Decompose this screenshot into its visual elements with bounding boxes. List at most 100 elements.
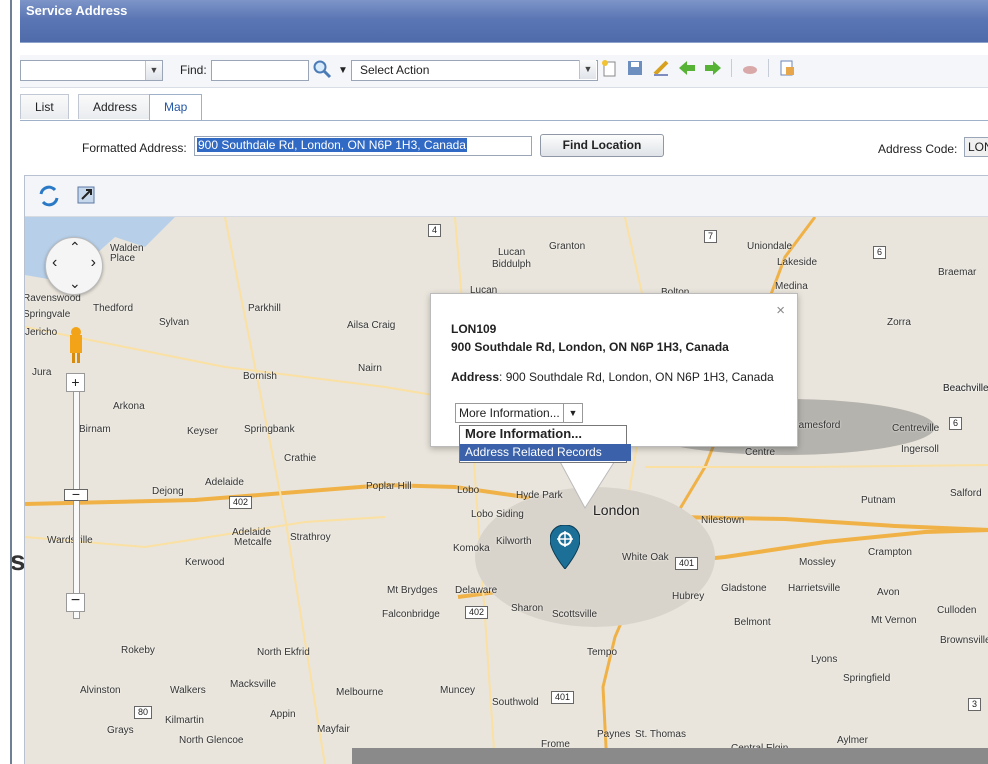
street-view-pegman-icon[interactable] [68, 325, 84, 365]
dropdown-option-address-related-records[interactable]: Address Related Records [460, 444, 631, 461]
address-row: Formatted Address: 900 Southdale Rd, Lon… [20, 132, 988, 158]
map-place-label: Scottsville [552, 609, 598, 620]
map-place-label: Crathie [284, 453, 317, 464]
zoom-in-button[interactable]: + [66, 373, 85, 392]
formatted-address-label: Formatted Address: [82, 141, 187, 155]
more-information-value: More Information... [459, 406, 560, 420]
separator [731, 59, 732, 77]
map-place-label: Birnam [79, 424, 111, 435]
tab-map[interactable]: Map [149, 94, 203, 120]
formatted-address-input[interactable]: 900 Southdale Rd, London, ON N6P 1H3, Ca… [194, 136, 532, 156]
address-code-label: Address Code: [878, 142, 958, 156]
map-place-label: Crampton [868, 547, 912, 558]
map-place-label: Metcalfe [234, 537, 272, 548]
location-marker-icon[interactable] [549, 524, 581, 570]
pan-up-icon[interactable]: ⌃ [69, 239, 81, 256]
map-place-label: Avon [877, 587, 900, 598]
tab-address[interactable]: Address [78, 94, 153, 119]
map-place-label: Jericho [25, 327, 58, 338]
map-place-label: Gladstone [721, 583, 767, 594]
pan-left-icon[interactable]: ‹ [52, 254, 57, 272]
more-information-dropdown: More Information... Address Related Reco… [459, 425, 631, 463]
map-place-label: Biddulph [492, 259, 531, 270]
map-place-label: Rokeby [121, 645, 155, 656]
map-place-label: Hubrey [672, 591, 705, 602]
map-place-label: North Glencoe [179, 735, 244, 746]
edit-icon[interactable] [651, 58, 671, 78]
map-place-label: Centre [745, 447, 776, 458]
tab-list[interactable]: List [20, 94, 69, 119]
chevron-down-icon[interactable]: ▼ [145, 61, 162, 80]
chevron-down-icon[interactable]: ▼ [563, 404, 582, 422]
save-icon[interactable] [625, 58, 645, 78]
map-place-label: Walkers [170, 685, 206, 696]
close-icon[interactable]: × [776, 302, 785, 319]
view-combo[interactable]: ▼ [20, 60, 163, 81]
map-toolbar [25, 176, 988, 217]
map-place-label: North Ekfrid [257, 647, 310, 658]
map-place-label: Springvale [25, 309, 71, 320]
map-place-label: Ingersoll [901, 444, 939, 455]
zoom-slider-handle[interactable]: − [64, 487, 88, 501]
new-icon[interactable] [599, 58, 619, 78]
map-place-label: Aylmer [837, 735, 868, 746]
toolbar: ▼ Find: ▼ Select Action ▼ [20, 55, 988, 88]
back-arrow-icon[interactable] [677, 58, 697, 78]
map-place-label: Putnam [861, 495, 896, 506]
map-place-label: Brownsville [940, 635, 988, 646]
map-place-label: Nairn [358, 363, 382, 374]
map-place-label: Lyons [811, 654, 838, 665]
pan-right-icon[interactable]: › [91, 254, 96, 272]
map-place-label: Jura [32, 367, 52, 378]
map-place-label: Place [110, 253, 136, 264]
pan-control[interactable]: ⌃ ‹ › ⌄ [45, 237, 103, 295]
info-address-title: 900 Southdale Rd, London, ON N6P 1H3, Ca… [451, 340, 729, 354]
cloud-icon[interactable] [740, 58, 760, 78]
map-place-label: Belmont [734, 617, 771, 628]
select-action-dropdown[interactable]: Select Action ▼ [351, 60, 598, 81]
map-place-label: Kilmartin [165, 715, 204, 726]
formatted-address-value: 900 Southdale Rd, London, ON N6P 1H3, Ca… [197, 138, 467, 152]
dropdown-option-more-information[interactable]: More Information... [460, 426, 631, 443]
map-place-label: Lobo Siding [471, 509, 524, 520]
map-place-label: Hyde Park [516, 490, 563, 501]
map-place-label: Lucan [498, 247, 526, 258]
map-place-label: Mt Vernon [871, 615, 917, 626]
chevron-down-icon[interactable]: ▼ [579, 60, 596, 79]
map-place-label: Harrietsville [788, 583, 841, 594]
map-canvas[interactable]: London Walden Place Granton Lucan Biddulph Un… [25, 217, 988, 764]
map-place-label: Zorra [887, 317, 911, 328]
zoom-slider-track[interactable] [73, 391, 80, 619]
pan-down-icon[interactable]: ⌄ [69, 275, 81, 292]
map-place-label: Lakeside [777, 257, 818, 268]
map-place-label: Komoka [453, 543, 490, 554]
find-input[interactable] [211, 60, 309, 81]
separator [768, 59, 769, 77]
map-place-label: Beachville [943, 383, 988, 394]
address-code-input[interactable]: LON1 [964, 137, 988, 157]
window-title: Service Address [26, 3, 128, 18]
map-place-label: Adelaide [205, 477, 244, 488]
expand-icon[interactable] [75, 184, 99, 208]
forward-arrow-icon[interactable] [703, 58, 723, 78]
map-place-label: Keyser [187, 426, 219, 437]
map-place-label: Uniondale [747, 241, 793, 252]
dropdown-arrow-icon[interactable]: ▼ [338, 65, 348, 76]
find-location-button[interactable]: Find Location [540, 134, 664, 157]
search-icon[interactable] [312, 59, 332, 79]
map-place-label: Mossley [799, 557, 836, 568]
refresh-icon[interactable] [37, 184, 61, 208]
map-place-label: Kerwood [185, 557, 225, 568]
select-action-label: Select Action [360, 63, 430, 77]
bottom-overlay-bar [352, 748, 988, 764]
zoom-out-button[interactable]: − [66, 593, 85, 612]
road-badge: 401 [551, 691, 575, 704]
map-place-label: Appin [270, 709, 296, 720]
report-icon[interactable] [777, 58, 797, 78]
map-place-label: Bornish [243, 371, 277, 382]
more-information-select[interactable]: More Information... ▼ [455, 403, 583, 423]
map-place-label: Mayfair [317, 724, 350, 735]
find-label: Find: [180, 63, 207, 77]
map-place-label: Poplar Hill [366, 481, 412, 492]
map-place-label: Springfield [843, 673, 891, 684]
